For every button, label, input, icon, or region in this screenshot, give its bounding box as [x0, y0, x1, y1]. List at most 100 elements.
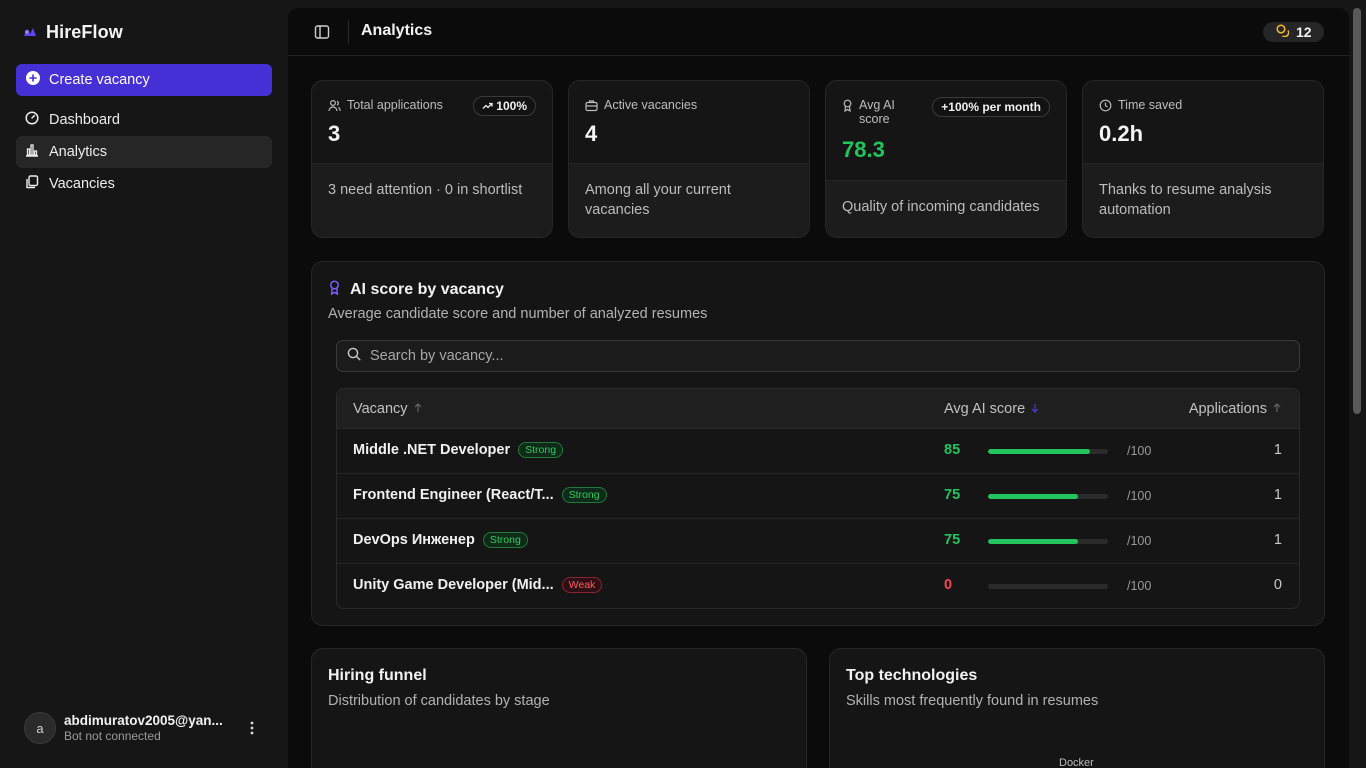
vacancy-name-cell: Frontend Engineer (React/T... Strong [353, 487, 607, 503]
section-title: Top technologies [846, 667, 978, 684]
section-title-text: AI score by vacancy [350, 281, 504, 298]
user-email: abdimuratov2005@yan... [64, 713, 223, 728]
sidebar-toggle-icon[interactable] [314, 24, 330, 40]
award-icon [842, 98, 853, 115]
bar-chart-icon [25, 143, 39, 161]
user-menu[interactable]: a abdimuratov2005@yan... Bot not connect… [24, 712, 272, 744]
create-vacancy-button[interactable]: Create vacancy [16, 64, 272, 96]
dashboard-gauge-icon [25, 111, 39, 129]
section-title: AI score by vacancy [328, 280, 504, 300]
avg-score: 75 [944, 532, 961, 548]
score-tag: Weak [561, 577, 603, 593]
hireflow-logo-icon [22, 24, 38, 40]
trend-value: 100% [496, 99, 527, 113]
users-icon [328, 98, 341, 115]
stat-label: Time saved [1118, 98, 1183, 112]
stat-label: Avg AI score [859, 98, 895, 126]
column-vacancy[interactable]: Vacancy [353, 401, 422, 417]
vacancy-name-cell: Unity Game Developer (Mid... Weak [353, 577, 603, 593]
score-max: /100 [1127, 579, 1152, 593]
sidebar: HireFlow Create vacancy Dashboard Analyt… [0, 0, 288, 768]
avg-score: 0 [944, 577, 953, 593]
topbar: Analytics 12 [288, 8, 1349, 56]
vacancy-search[interactable] [336, 340, 1300, 372]
stat-footer: Thanks to resume analysis automation [1083, 163, 1323, 237]
briefcase-icon [585, 98, 598, 115]
table-row[interactable]: Middle .NET Developer Strong 85 /100 1 [337, 429, 1299, 474]
stat-value: 3 [328, 121, 341, 146]
search-icon [347, 347, 361, 366]
sort-arrow-up-icon [414, 401, 422, 417]
vacancy-name: Middle .NET Developer [353, 442, 511, 458]
stat-header: Active vacancies [585, 98, 697, 115]
stat-header: Avg AI score [842, 98, 922, 126]
stat-footer: Among all your current vacancies [569, 163, 809, 237]
stat-header: Time saved [1099, 98, 1182, 115]
sidebar-item-label: Vacancies [49, 176, 115, 192]
table-row[interactable]: Frontend Engineer (React/T... Strong 75 … [337, 474, 1299, 519]
column-label: Avg AI score [944, 401, 1026, 417]
score-max: /100 [1127, 534, 1152, 548]
search-input[interactable] [370, 348, 1270, 364]
create-vacancy-label: Create vacancy [49, 72, 150, 88]
section-subtitle: Distribution of candidates by stage [328, 693, 550, 709]
copy-docs-icon [25, 175, 39, 193]
avatar: a [24, 712, 56, 744]
score-bar [988, 539, 1108, 544]
table-row[interactable]: Unity Game Developer (Mid... Weak 0 /100… [337, 564, 1299, 608]
column-avg-score[interactable]: Avg AI score [944, 401, 1039, 417]
vacancy-name-cell: DevOps Инженер Strong [353, 532, 528, 548]
stat-label: Total applications [347, 98, 443, 112]
sidebar-item-label: Analytics [49, 144, 108, 160]
sort-arrow-down-icon [1031, 401, 1039, 417]
credits-badge[interactable]: 12 [1263, 22, 1324, 42]
section-subtitle: Skills most frequently found in resumes [846, 693, 1099, 709]
sidebar-item-analytics[interactable]: Analytics [16, 136, 272, 168]
score-max: /100 [1127, 444, 1152, 458]
score-tag: Strong [482, 532, 528, 548]
score-tag: Strong [518, 442, 564, 458]
score-bar [988, 494, 1108, 499]
trend-up-icon [482, 99, 493, 113]
page-scrollbar[interactable] [1349, 0, 1366, 768]
stat-value: 0.2h [1099, 121, 1144, 146]
stat-card-active-vacancies: Active vacancies 4 Among all your curren… [568, 80, 810, 238]
main-content: Analytics 12 Total applications 100% 3 3… [288, 8, 1349, 768]
brand[interactable]: HireFlow [22, 20, 123, 44]
avg-score: 75 [944, 487, 961, 503]
brand-name: HireFlow [46, 21, 123, 42]
trend-badge: +100% per month [932, 97, 1050, 117]
sidebar-item-label: Dashboard [49, 112, 120, 128]
coins-icon [1276, 24, 1290, 40]
applications-count: 1 [1273, 487, 1282, 503]
applications-count: 1 [1273, 442, 1282, 458]
column-label: Vacancy [353, 401, 408, 417]
scrollbar-thumb[interactable] [1353, 8, 1361, 414]
technology-label: Docker [1059, 757, 1094, 768]
sidebar-item-vacancies[interactable]: Vacancies [16, 168, 272, 200]
ai-score-card: AI score by vacancy Average candidate sc… [311, 261, 1325, 626]
score-bar [988, 449, 1108, 454]
column-label: Applications [1188, 401, 1267, 417]
sort-arrow-up-icon [1273, 401, 1281, 417]
hiring-funnel-card: Hiring funnel Distribution of candidates… [311, 648, 807, 768]
award-icon [328, 280, 341, 300]
stat-footer: Quality of incoming candidates [826, 180, 1066, 237]
stat-label: Active vacancies [604, 98, 698, 112]
column-applications[interactable]: Applications [1189, 401, 1281, 417]
table-row[interactable]: DevOps Инженер Strong 75 /100 1 [337, 519, 1299, 564]
stat-card-time-saved: Time saved 0.2h Thanks to resume analysi… [1082, 80, 1324, 238]
more-vertical-icon[interactable] [244, 720, 260, 736]
topbar-divider [348, 20, 349, 44]
sidebar-item-dashboard[interactable]: Dashboard [16, 104, 272, 136]
score-tag: Strong [561, 487, 607, 503]
vacancy-name: Frontend Engineer (React/T... [353, 487, 554, 503]
score-bar-fill [988, 494, 1078, 499]
top-technologies-card: Top technologies Skills most frequently … [829, 648, 1325, 768]
user-info: abdimuratov2005@yan... Bot not connected [64, 713, 240, 743]
section-subtitle: Average candidate score and number of an… [328, 306, 708, 322]
vacancy-name: Unity Game Developer (Mid... [353, 577, 554, 593]
avg-score: 85 [944, 442, 961, 458]
score-bar-fill [988, 449, 1090, 454]
credits-count: 12 [1296, 24, 1312, 40]
